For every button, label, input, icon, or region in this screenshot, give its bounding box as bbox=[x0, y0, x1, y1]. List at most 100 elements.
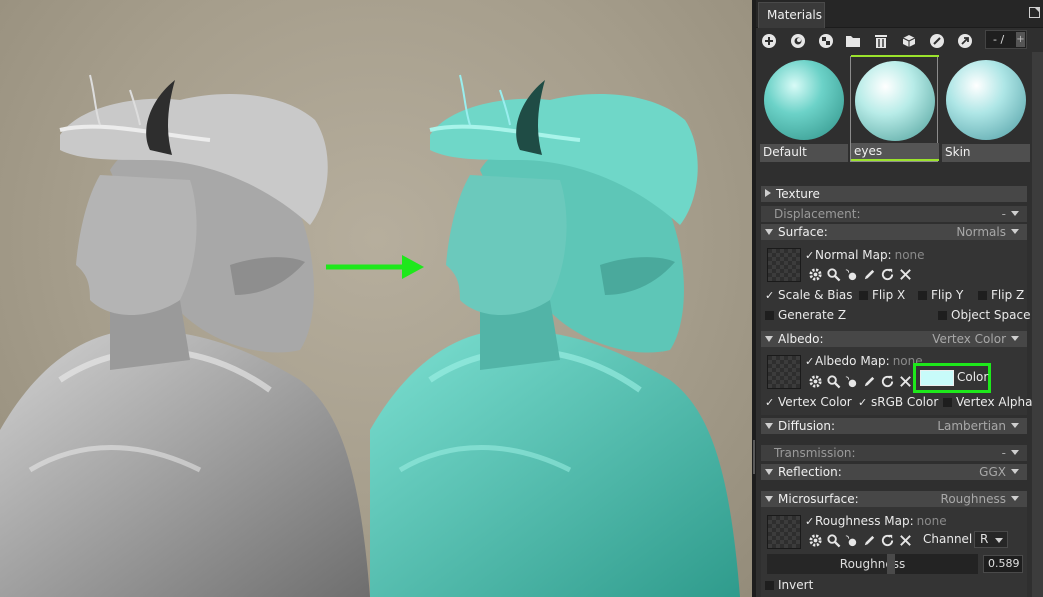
section-label: Texture bbox=[776, 187, 820, 201]
collapse-icon bbox=[765, 469, 773, 475]
checker-icon[interactable] bbox=[817, 32, 835, 50]
collapse-icon bbox=[765, 336, 773, 342]
material-pager[interactable]: - / + bbox=[985, 30, 1027, 49]
panel-tabbar: Materials bbox=[756, 0, 1043, 28]
gear-icon[interactable] bbox=[808, 267, 823, 282]
material-thumb-default[interactable]: Default bbox=[760, 56, 848, 162]
popout-icon[interactable] bbox=[1029, 7, 1040, 18]
export-icon[interactable] bbox=[956, 32, 974, 50]
section-label: Displacement: bbox=[774, 207, 861, 221]
section-value: GGX bbox=[979, 465, 1006, 479]
option-scale-bias[interactable]: ✓ Scale & Bias bbox=[765, 288, 852, 302]
material-thumb-skin[interactable]: Skin bbox=[942, 56, 1030, 162]
option-flip-z[interactable]: Flip Z bbox=[978, 288, 1024, 302]
section-label: Reflection: bbox=[778, 465, 842, 479]
search-icon[interactable] bbox=[826, 533, 841, 548]
close-icon[interactable] bbox=[898, 533, 913, 548]
vertex-color-model-render bbox=[370, 74, 740, 597]
option-invert[interactable]: Invert bbox=[765, 578, 813, 592]
preview-icon[interactable] bbox=[844, 267, 859, 282]
panel-scrollbar[interactable] bbox=[1032, 52, 1043, 597]
surface-body: ✓Normal Map: none ✓ Scale & Bias Flip X Fl… bbox=[761, 240, 1030, 332]
close-icon[interactable] bbox=[898, 267, 913, 282]
dropdown-icon[interactable] bbox=[1011, 423, 1019, 428]
dropdown-icon[interactable] bbox=[1011, 469, 1019, 474]
option-flip-y[interactable]: Flip Y bbox=[918, 288, 963, 302]
option-vertex-color[interactable]: ✓ Vertex Color bbox=[765, 395, 852, 409]
section-reflection[interactable]: Reflection: GGX bbox=[761, 464, 1027, 480]
normal-map-slot[interactable] bbox=[767, 248, 801, 282]
material-preview-sphere bbox=[855, 61, 935, 141]
reload-icon[interactable] bbox=[880, 533, 895, 548]
option-object-space[interactable]: Object Space bbox=[938, 308, 1030, 322]
materials-toolbar: - / + bbox=[756, 28, 1043, 54]
check-icon[interactable]: ✓ bbox=[805, 515, 815, 528]
selection-indicator bbox=[851, 55, 939, 57]
add-icon[interactable] bbox=[760, 32, 778, 50]
materials-panel: Materials - / + Default eyes Skin Textur… bbox=[756, 0, 1043, 597]
material-thumb-eyes[interactable]: eyes bbox=[850, 55, 939, 162]
normal-map-tools bbox=[808, 266, 913, 282]
close-icon[interactable] bbox=[898, 374, 913, 389]
gear-icon[interactable] bbox=[808, 374, 823, 389]
gear-icon[interactable] bbox=[808, 533, 823, 548]
dropdown-icon[interactable] bbox=[1011, 496, 1019, 501]
check-icon[interactable]: ✓ bbox=[805, 355, 815, 368]
section-albedo[interactable]: Albedo: Vertex Color bbox=[761, 331, 1027, 347]
section-value: Lambertian bbox=[937, 419, 1006, 433]
option-flip-x[interactable]: Flip X bbox=[859, 288, 905, 302]
duplicate-icon[interactable] bbox=[789, 32, 807, 50]
section-value: Vertex Color bbox=[932, 332, 1006, 346]
material-name: Skin bbox=[942, 144, 1030, 162]
cube-icon[interactable] bbox=[900, 32, 918, 50]
pencil-icon[interactable] bbox=[862, 533, 877, 548]
comparison-viewport bbox=[0, 0, 752, 597]
albedo-color-highlight[interactable]: Color bbox=[913, 363, 991, 393]
preview-icon[interactable] bbox=[844, 533, 859, 548]
microsurface-body: ✓Roughness Map: none Channel Invert bbox=[761, 507, 1027, 597]
dropdown-icon[interactable] bbox=[1011, 450, 1019, 455]
albedo-map-slot[interactable] bbox=[767, 355, 801, 389]
material-thumbnails: Default eyes Skin bbox=[760, 55, 1031, 162]
collapse-icon bbox=[765, 496, 773, 502]
option-vertex-alpha[interactable]: Vertex Alpha bbox=[943, 395, 1033, 409]
section-microsurface[interactable]: Microsurface: Roughness bbox=[761, 491, 1027, 507]
option-srgb-color[interactable]: ✓ sRGB Color bbox=[858, 395, 938, 409]
roughness-map-title: ✓Roughness Map: none bbox=[805, 514, 947, 528]
section-texture[interactable]: Texture bbox=[761, 186, 1027, 202]
reload-icon[interactable] bbox=[880, 267, 895, 282]
channel-select[interactable]: R bbox=[974, 531, 1008, 548]
option-generate-z[interactable]: Generate Z bbox=[765, 308, 846, 322]
search-icon[interactable] bbox=[826, 374, 841, 389]
section-value: - bbox=[1001, 207, 1006, 221]
check-icon[interactable]: ✓ bbox=[805, 249, 815, 262]
material-name: Default bbox=[760, 144, 848, 162]
pencil-icon[interactable] bbox=[862, 374, 877, 389]
albedo-color-label: Color bbox=[957, 370, 989, 384]
pager-add-button[interactable]: + bbox=[1016, 32, 1025, 47]
dropdown-icon[interactable] bbox=[1011, 229, 1019, 234]
dropdown-icon[interactable] bbox=[1011, 211, 1019, 216]
folder-icon[interactable] bbox=[844, 32, 862, 50]
section-diffusion[interactable]: Diffusion: Lambertian bbox=[761, 418, 1027, 434]
albedo-color-swatch[interactable] bbox=[920, 370, 954, 386]
roughness-value-field[interactable]: 0.589 bbox=[983, 555, 1023, 573]
slider-label: Roughness bbox=[839, 557, 906, 571]
material-name: eyes bbox=[851, 143, 939, 161]
reload-icon[interactable] bbox=[880, 374, 895, 389]
dropdown-icon[interactable] bbox=[1011, 336, 1019, 341]
pencil-icon[interactable] bbox=[862, 267, 877, 282]
search-icon[interactable] bbox=[826, 267, 841, 282]
section-transmission[interactable]: Transmission: - bbox=[761, 445, 1027, 461]
section-value: Roughness bbox=[940, 492, 1006, 506]
roughness-map-slot[interactable] bbox=[767, 515, 801, 549]
section-surface[interactable]: Surface: Normals bbox=[761, 224, 1027, 240]
section-displacement[interactable]: Displacement: - bbox=[761, 206, 1027, 222]
splitter-grip[interactable] bbox=[753, 440, 755, 474]
preview-icon[interactable] bbox=[844, 374, 859, 389]
slider-handle[interactable] bbox=[887, 554, 896, 574]
pick-icon[interactable] bbox=[928, 32, 946, 50]
tab-materials[interactable]: Materials bbox=[758, 2, 825, 28]
roughness-slider[interactable]: Roughness bbox=[767, 554, 978, 574]
trash-icon[interactable] bbox=[872, 32, 890, 50]
